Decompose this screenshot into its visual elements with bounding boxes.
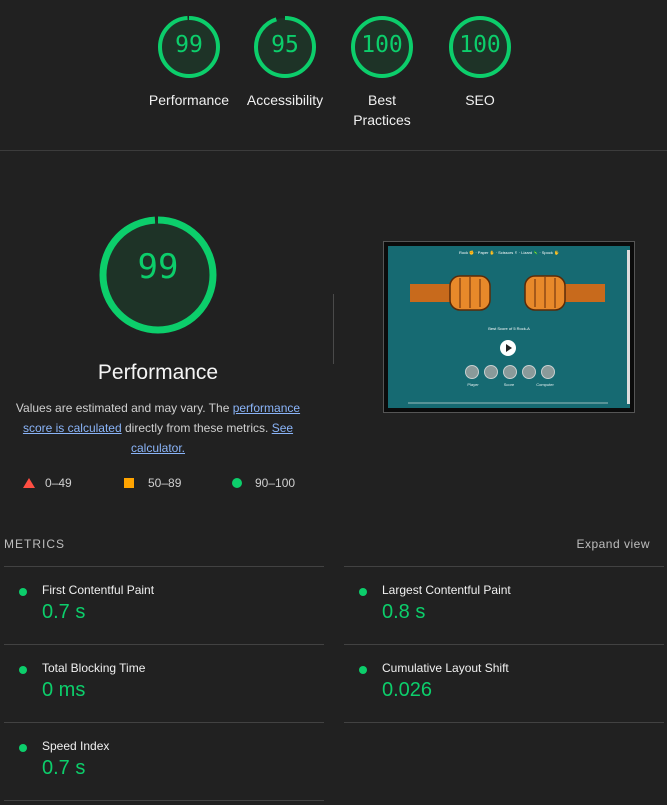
gauge-score: 100 (361, 32, 403, 58)
expand-view-button[interactable]: Expand view (576, 537, 650, 551)
metric-value: 0.7 s (42, 757, 86, 779)
right-fist-icon (524, 275, 605, 311)
square-icon (124, 478, 134, 488)
pass-circle-icon (359, 588, 367, 596)
pass-circle-icon (359, 666, 367, 674)
screenshot-scrollbar (627, 250, 630, 404)
legend-fail: 0–49 (23, 476, 72, 490)
metric-name: First Contentful Paint (42, 583, 155, 597)
legend-pass-label: 90–100 (255, 476, 296, 490)
vertical-divider (333, 294, 334, 364)
metric-divider (4, 644, 324, 645)
score-legend: 0–49 50–89 90–100 (0, 476, 320, 496)
metric-name: Cumulative Layout Shift (382, 661, 509, 675)
play-icon (500, 340, 516, 356)
gauge-seo[interactable]: 100 SEO (432, 14, 528, 110)
gauge-label: SEO (465, 92, 495, 108)
pass-circle-icon (19, 666, 27, 674)
legend-pass: 90–100 (232, 476, 295, 490)
gauge-best-practices[interactable]: 100 Best Practices (334, 14, 430, 130)
performance-description: Values are estimated and may vary. The p… (8, 398, 308, 458)
category-gauges: 99 Performance 95 Accessibility 100 Best… (0, 0, 667, 150)
metric-name: Total Blocking Time (42, 661, 146, 675)
legend-average: 50–89 (124, 476, 181, 490)
left-fist-icon (410, 275, 491, 311)
screenshot-heading: Best Score of 5 Rock-A (488, 326, 530, 331)
pass-circle-icon (19, 744, 27, 752)
gauge-label: Best Practices (353, 92, 411, 128)
triangle-icon (23, 478, 35, 488)
header-divider (0, 150, 667, 151)
screenshot-footer (408, 402, 608, 404)
metric-largest-contentful-paint: Largest Contentful Paint 0.8 s (359, 581, 659, 641)
metric-divider (4, 566, 324, 567)
metric-divider (344, 566, 664, 567)
screenshot-player: Player (467, 382, 479, 387)
metric-divider (344, 722, 664, 723)
gauge-score: 100 (459, 32, 501, 58)
choice-icon (522, 365, 536, 379)
pass-circle-icon (19, 588, 27, 596)
legend-average-label: 50–89 (148, 476, 182, 490)
metric-divider (344, 644, 664, 645)
screenshot-nav: Rock ✊ · Paper ✋ · Scissors ✌ · Lizard 🦎… (459, 250, 559, 255)
choice-icon (465, 365, 479, 379)
description-text: Values are estimated and may vary. The (15, 401, 233, 415)
description-text: directly from these metrics. (121, 421, 272, 435)
legend-fail-label: 0–49 (45, 476, 72, 490)
metric-divider (4, 722, 324, 723)
metric-value: 0 ms (42, 679, 86, 701)
choice-icon (503, 365, 517, 379)
metrics-header: METRICS (4, 537, 65, 551)
final-screenshot[interactable]: Rock ✊ · Paper ✋ · Scissors ✌ · Lizard 🦎… (383, 241, 635, 413)
metric-total-blocking-time: Total Blocking Time 0 ms (19, 659, 319, 719)
gauge-performance[interactable]: 99 Performance (141, 14, 237, 110)
gauge-accessibility[interactable]: 95 Accessibility (237, 14, 333, 110)
metric-value: 0.8 s (382, 601, 426, 623)
performance-score: 99 (137, 247, 179, 287)
metric-name: Largest Contentful Paint (382, 583, 511, 597)
screenshot-computer: Computer (536, 382, 554, 387)
circle-icon (232, 478, 242, 488)
screenshot-score: Score (503, 382, 515, 387)
metric-divider (4, 800, 324, 801)
gauge-label: Performance (148, 92, 230, 108)
metric-cumulative-layout-shift: Cumulative Layout Shift 0.026 (359, 659, 659, 719)
gauge-label: Accessibility (246, 92, 324, 108)
gauge-score: 99 (175, 32, 203, 58)
gauge-score: 95 (271, 32, 299, 58)
performance-title: Performance (97, 361, 219, 384)
screenshot-image: Rock ✊ · Paper ✋ · Scissors ✌ · Lizard 🦎… (388, 246, 630, 408)
choice-icon (541, 365, 555, 379)
choice-icon (484, 365, 498, 379)
metric-name: Speed Index (42, 739, 110, 753)
metric-speed-index: Speed Index 0.7 s (19, 737, 319, 797)
metric-value: 0.7 s (42, 601, 86, 623)
metric-first-contentful-paint: First Contentful Paint 0.7 s (19, 581, 319, 641)
metric-value: 0.026 (382, 679, 433, 701)
